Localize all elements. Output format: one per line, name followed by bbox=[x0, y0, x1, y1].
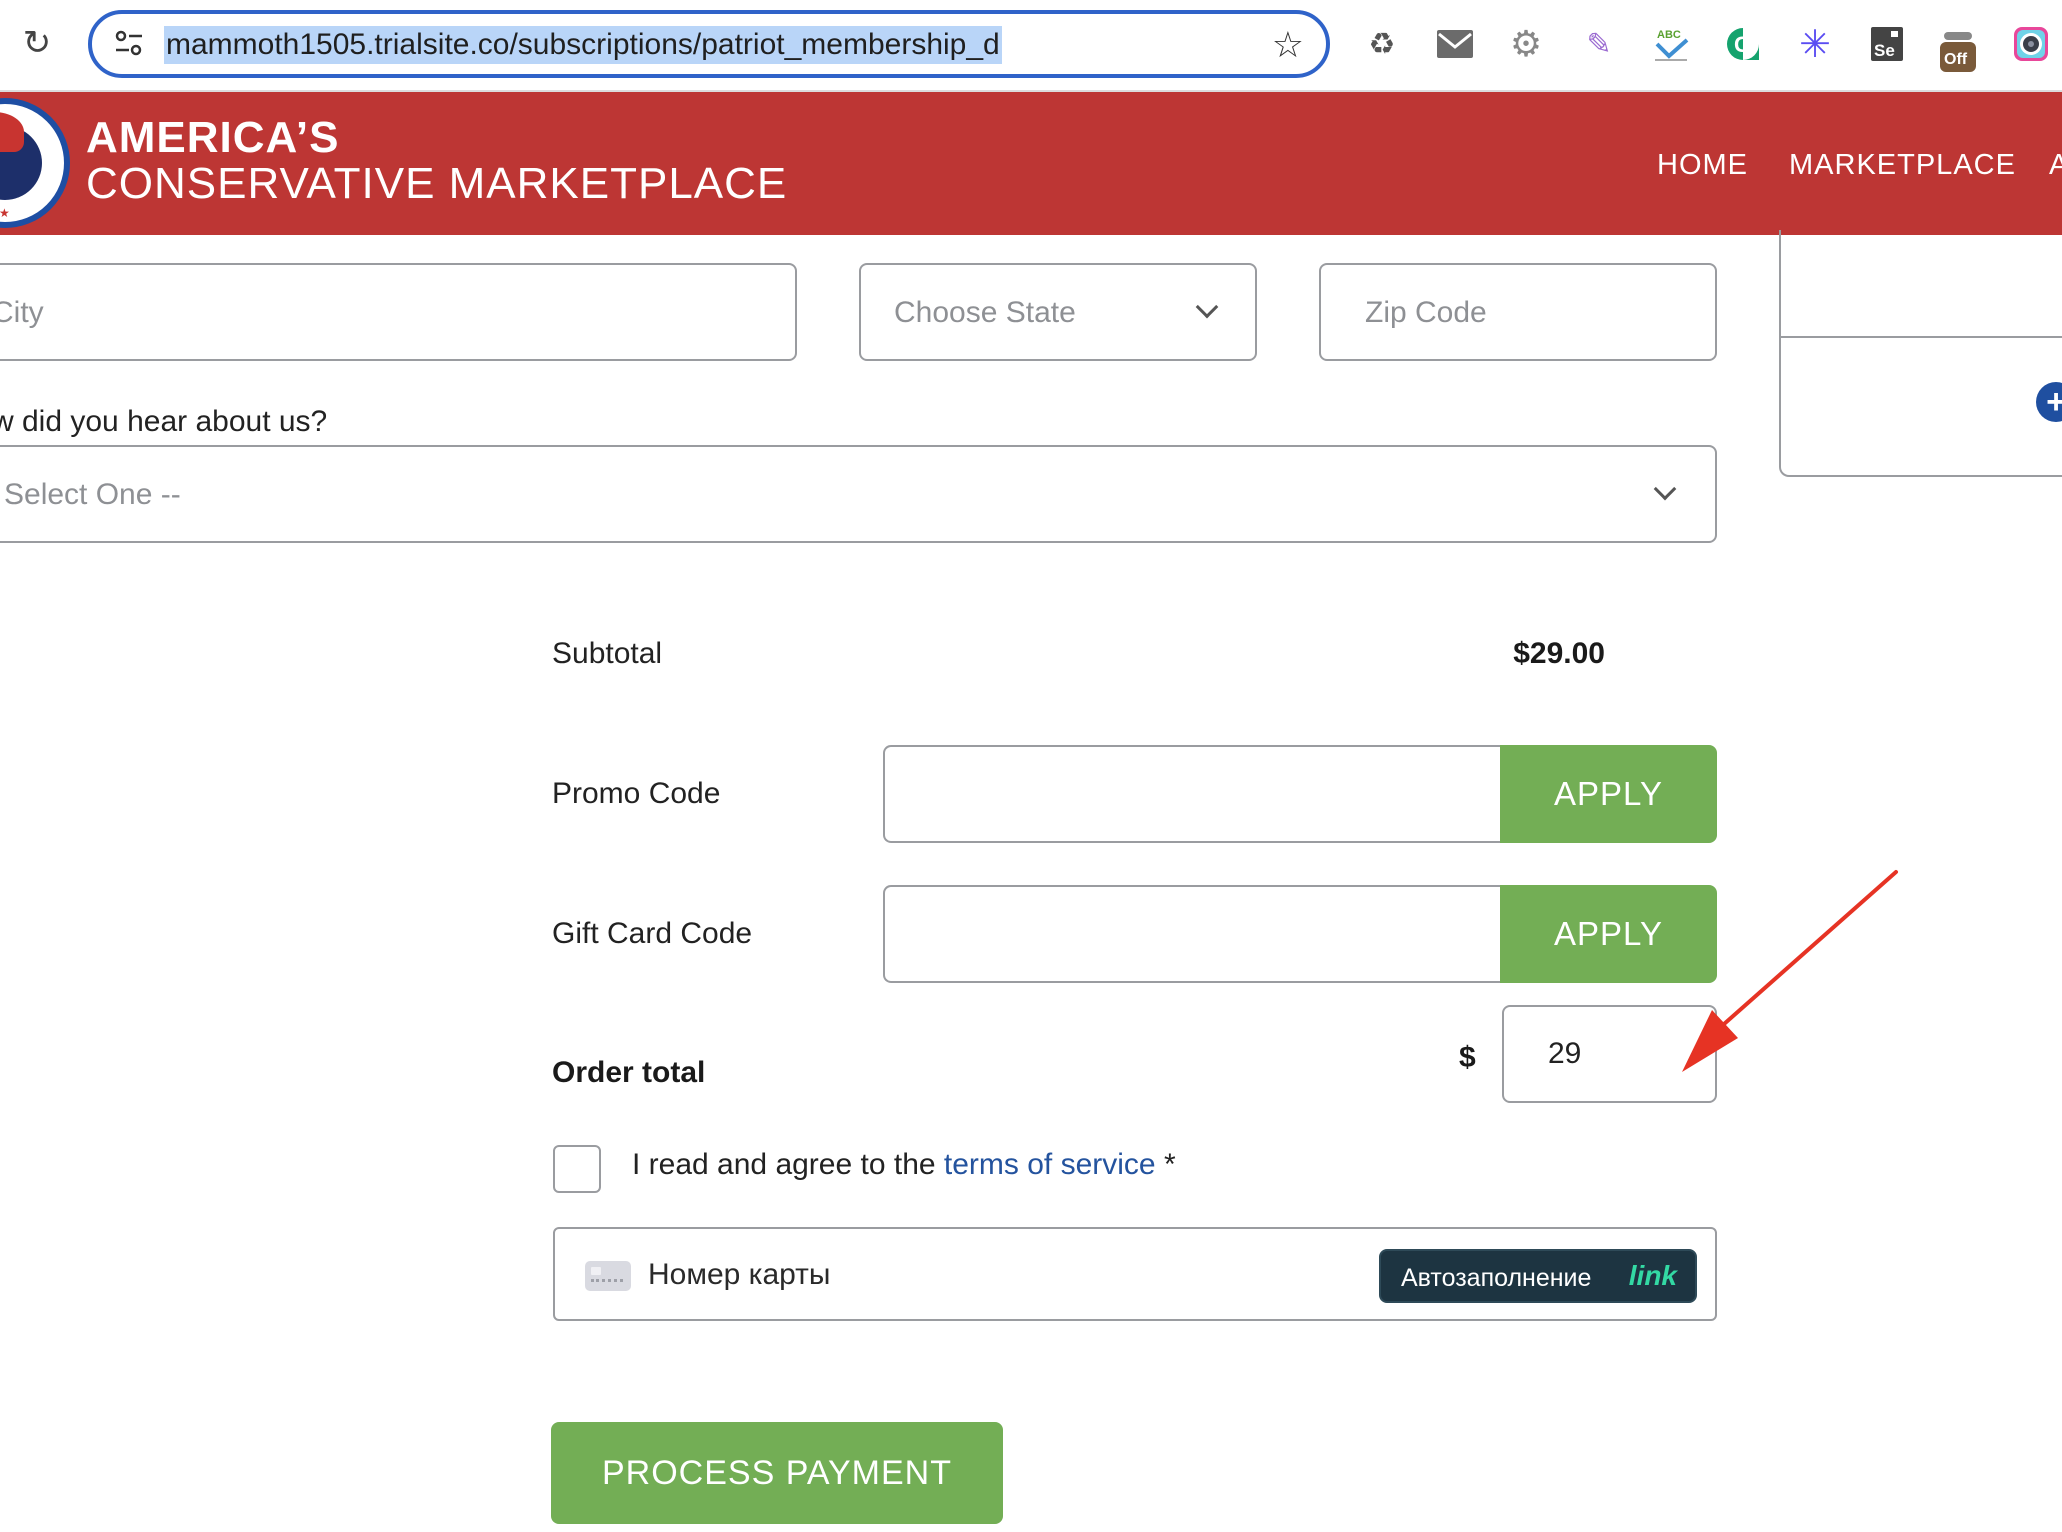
recycle-extension-icon[interactable]: ♻ bbox=[1361, 22, 1403, 66]
link-logo: link bbox=[1628, 1260, 1677, 1291]
svg-text:ABC: ABC bbox=[1657, 29, 1681, 41]
svg-text:G: G bbox=[1734, 32, 1751, 57]
annotation-arrow-shaft bbox=[1713, 870, 1898, 1034]
nav-home[interactable]: HOME bbox=[1657, 148, 1748, 182]
side-panel-divider bbox=[1781, 336, 2062, 338]
grammarly-extension-icon[interactable]: G bbox=[1722, 22, 1764, 66]
feather-extension-icon[interactable]: ✎ bbox=[1578, 22, 1620, 66]
terms-checkbox[interactable] bbox=[553, 1145, 601, 1193]
star-icon[interactable]: ☆ bbox=[1272, 24, 1304, 66]
city-input[interactable]: City bbox=[0, 263, 797, 361]
address-bar[interactable]: mammoth1505.trialsite.co/subscriptions/p… bbox=[88, 10, 1330, 78]
link-autofill-button[interactable]: Автозаполнение link bbox=[1379, 1249, 1697, 1303]
logo-stars: ★★★★★ bbox=[0, 206, 11, 220]
process-payment-button[interactable]: PROCESS PAYMENT bbox=[551, 1422, 1003, 1524]
order-total-input[interactable]: 29 bbox=[1502, 1005, 1717, 1103]
gift-card-input[interactable] bbox=[883, 885, 1501, 983]
referral-label: w did you hear about us? bbox=[0, 405, 328, 438]
camera-extension-icon[interactable] bbox=[2010, 22, 2052, 66]
brand-subtitle[interactable]: CONSERVATIVE MARKETPLACE bbox=[86, 158, 787, 210]
nav-more[interactable]: A bbox=[2049, 148, 2062, 182]
credit-card-icon bbox=[585, 1261, 631, 1291]
state-placeholder: Choose State bbox=[894, 296, 1076, 329]
svg-text:Se: Se bbox=[1874, 41, 1895, 60]
burst-extension-icon[interactable]: ✳ bbox=[1794, 22, 1836, 66]
spellcheck-extension-icon[interactable]: ABC bbox=[1650, 22, 1692, 66]
promo-apply-button[interactable]: APPLY bbox=[1500, 745, 1717, 843]
gear-extension-icon[interactable]: ⚙ bbox=[1505, 22, 1547, 66]
chevron-down-icon bbox=[1195, 295, 1219, 319]
chevron-down-icon bbox=[1653, 477, 1677, 501]
card-number-input[interactable]: Номер карты Автозаполнение link bbox=[553, 1227, 1717, 1321]
zip-placeholder: Zip Code bbox=[1365, 296, 1487, 329]
subtotal-label: Subtotal bbox=[552, 637, 663, 670]
promo-code-label: Promo Code bbox=[552, 777, 721, 810]
site-header: ★★★★★ AMERICA’S CONSERVATIVE MARKETPLACE… bbox=[0, 92, 2062, 235]
order-total-value: 29 bbox=[1548, 1037, 1582, 1070]
referral-select[interactable]: Select One -- bbox=[0, 445, 1717, 543]
off-extension-icon[interactable]: Off bbox=[1937, 30, 1979, 74]
state-select[interactable]: Choose State bbox=[859, 263, 1257, 361]
promo-code-input[interactable] bbox=[883, 745, 1501, 843]
gift-card-apply-button[interactable]: APPLY bbox=[1500, 885, 1717, 983]
reload-icon[interactable]: ↻ bbox=[20, 26, 54, 60]
gift-card-label: Gift Card Code bbox=[552, 917, 753, 950]
required-asterisk: * bbox=[1155, 1148, 1176, 1181]
logo-mane-shape bbox=[0, 112, 24, 152]
mail-extension-icon[interactable] bbox=[1434, 22, 1476, 66]
card-number-placeholder: Номер карты bbox=[648, 1258, 831, 1291]
terms-label: I read and agree to the terms of service… bbox=[632, 1147, 1176, 1183]
brand-title[interactable]: AMERICA’S bbox=[86, 114, 339, 162]
plus-circle-icon[interactable]: + bbox=[2036, 382, 2062, 422]
svg-text:Off: Off bbox=[1944, 51, 1968, 68]
autofill-label: Автозаполнение bbox=[1401, 1264, 1592, 1292]
subtotal-value: $29.00 bbox=[1513, 637, 1605, 670]
side-panel: + bbox=[1779, 230, 2062, 477]
site-logo[interactable]: ★★★★★ bbox=[0, 98, 70, 228]
zip-input[interactable]: Zip Code bbox=[1319, 263, 1717, 361]
nav-marketplace[interactable]: MARKETPLACE bbox=[1789, 148, 2016, 182]
terms-prefix: I read and agree to the bbox=[632, 1148, 944, 1181]
browser-toolbar: ↻ mammoth1505.trialsite.co/subscriptions… bbox=[0, 0, 2062, 92]
selenium-extension-icon[interactable]: Se bbox=[1866, 22, 1908, 66]
url-text[interactable]: mammoth1505.trialsite.co/subscriptions/p… bbox=[164, 26, 1002, 64]
order-total-label: Order total bbox=[552, 1056, 706, 1089]
referral-selected-value: Select One -- bbox=[4, 478, 181, 511]
currency-symbol: $ bbox=[1459, 1041, 1476, 1074]
city-placeholder: City bbox=[0, 296, 44, 329]
terms-of-service-link[interactable]: terms of service bbox=[944, 1148, 1156, 1181]
tune-icon[interactable] bbox=[114, 28, 144, 60]
